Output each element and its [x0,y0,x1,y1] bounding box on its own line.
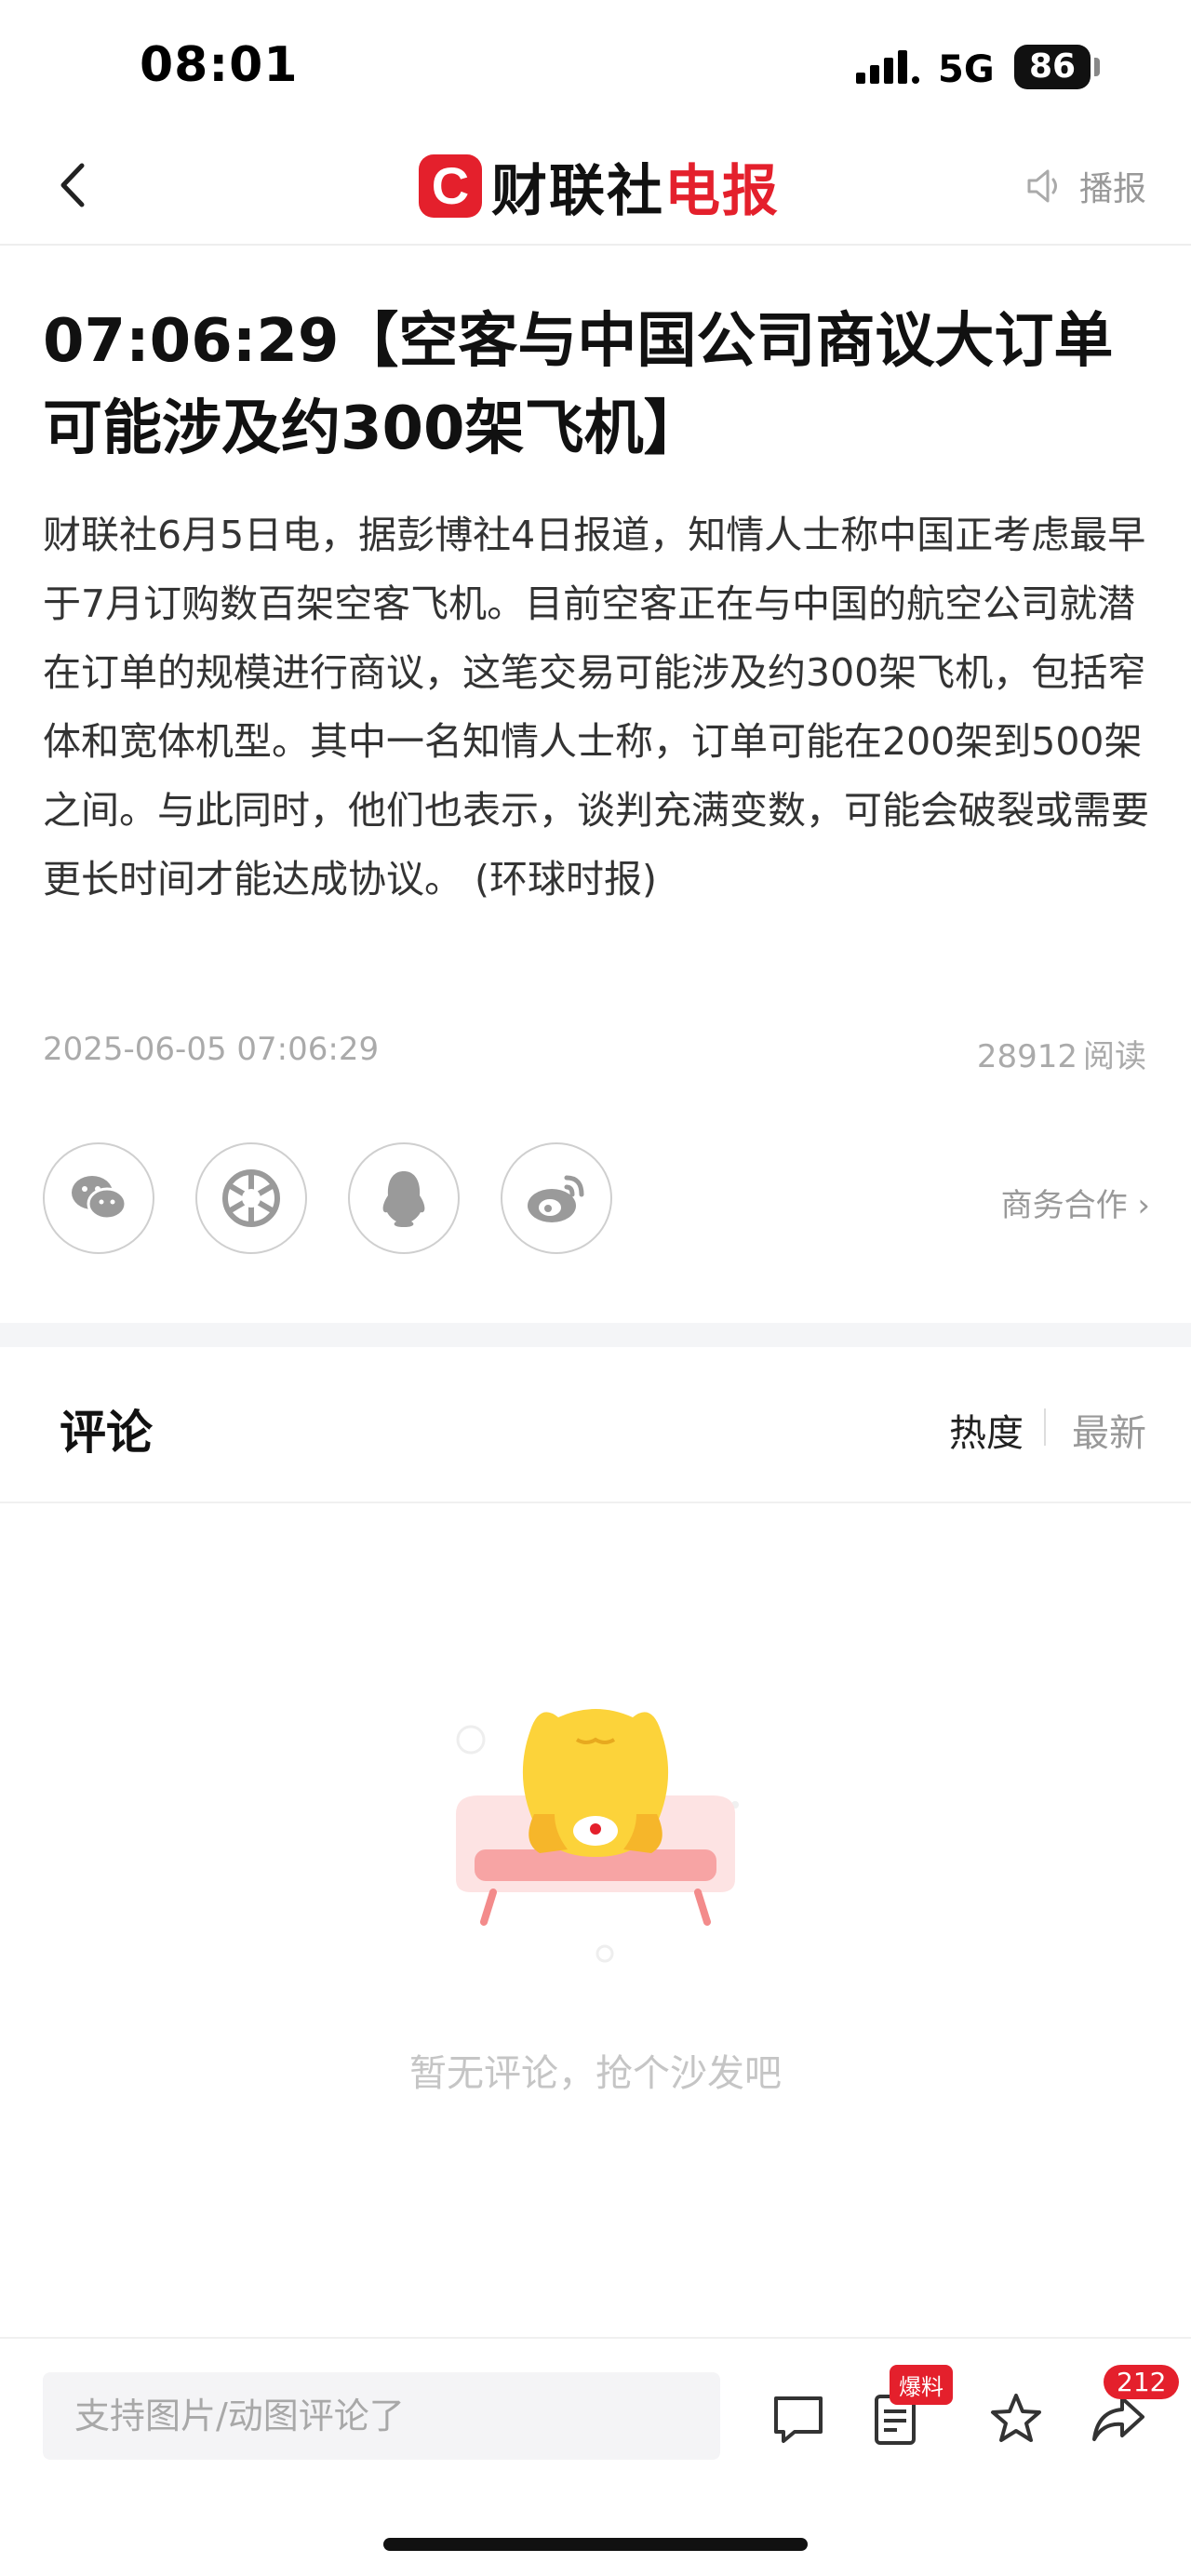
sort-newest-tab[interactable]: 最新 [1072,1403,1146,1457]
home-indicator [383,2538,808,2551]
logo-text-red: 电报 [664,158,780,224]
comment-bubble-icon [774,2396,823,2443]
weibo-icon [528,1175,584,1222]
baoliao-badge: 爆料 [890,2365,953,2405]
article-datetime: 2025-06-05 07:06:29 [43,1031,380,1068]
share-arrow-icon [1092,2396,1144,2441]
empty-comments-text: 暂无评论，抢个沙发吧 [409,2052,782,2095]
qq-icon [382,1171,425,1227]
comments-button[interactable] [770,2391,826,2447]
comment-input[interactable] [43,2372,720,2460]
share-weibo-button[interactable] [501,1142,612,1254]
network-type: 5G [938,48,995,91]
nav-bar: C 财联社 电报 播报 [0,130,1191,246]
star-icon [991,2394,1041,2442]
status-bar: 08:01 5G 86 [0,0,1191,130]
wechat-icon [72,1176,127,1221]
article-title: 07:06:29【空客与中国公司商议大订单可能涉及约300架飞机】 [43,307,1114,463]
broadcast-label: 播报 [1078,170,1146,208]
read-count: 28912 阅读 [971,1031,1146,1076]
back-button[interactable] [47,153,102,218]
battery-level: 86 [1014,45,1091,89]
bottom-bar: 爆料 212 [0,2337,1191,2478]
article-body: 财联社6月5日电，据彭博社4日报道，知情人士称中国正考虑最早于7月订购数百架空客… [43,513,1149,901]
logo-mark: C [419,154,482,218]
share-moments-button[interactable] [195,1142,307,1254]
comments-title: 评论 [60,1406,153,1460]
cellular-signal-icon [856,50,919,84]
comments-header: 评论 热度 最新 [0,1347,1191,1503]
empty-comments-illustration [456,1709,739,1963]
favorite-button[interactable] [988,2391,1044,2447]
sort-hot-tab[interactable]: 热度 [949,1403,1024,1457]
read-count-label: 阅读 [1083,1038,1146,1075]
section-divider [0,1323,1191,1347]
battery-tip [1094,58,1100,76]
logo-text-black: 财联社 [491,158,664,224]
share-qq-button[interactable] [348,1142,460,1254]
read-count-value: 28912 [976,1038,1077,1075]
share-row: 商务合作 › [43,1142,1150,1258]
share-button[interactable] [1091,2391,1146,2447]
moments-icon [222,1169,280,1227]
app-logo: C 财联社 电报 [419,149,780,224]
share-wechat-button[interactable] [43,1142,154,1254]
chevron-left-icon [60,163,85,207]
business-cooperation-link[interactable]: 商务合作 › [1001,1180,1150,1225]
broadcast-button[interactable]: 播报 [1025,162,1146,210]
speaker-icon [1027,169,1057,203]
sort-separator [1044,1408,1046,1446]
status-time: 08:01 [140,37,299,93]
share-count-badge: 212 [1104,2365,1180,2399]
